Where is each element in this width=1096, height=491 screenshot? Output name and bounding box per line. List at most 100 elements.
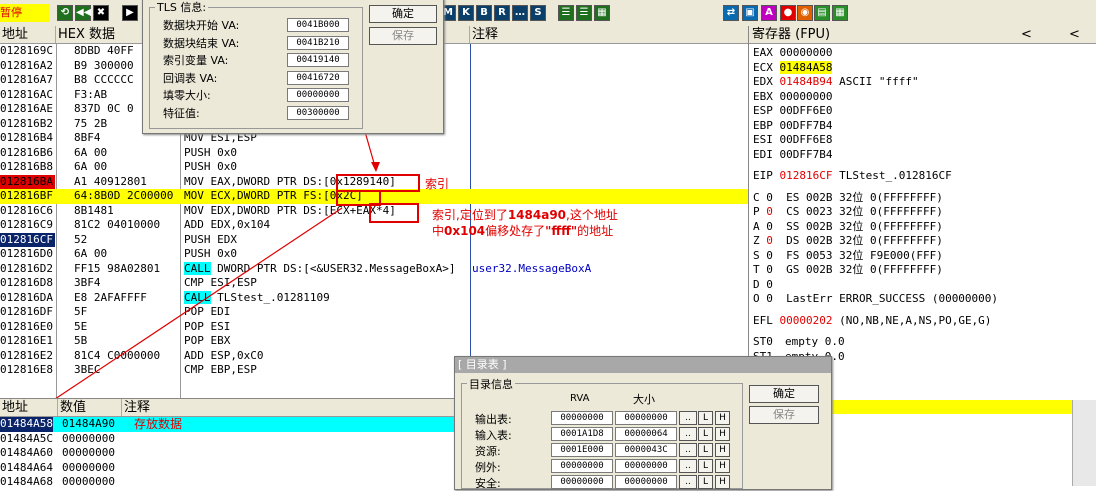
dir-row-browse-button[interactable]: .. bbox=[679, 443, 697, 457]
flag-row[interactable]: T 0 GS 002B 32位 0(FFFFFFFF) bbox=[753, 263, 1093, 278]
r-button[interactable]: R bbox=[494, 5, 510, 21]
dump-col-val[interactable]: 数值 bbox=[58, 399, 122, 416]
register-row[interactable]: ESP 00DFF6E0 bbox=[753, 104, 1093, 119]
eip-row[interactable]: EIP 012816CF TLStest_.012816CF bbox=[753, 169, 1093, 184]
dump-row[interactable]: 01484A60 00000000 bbox=[0, 446, 460, 461]
dots-button[interactable]: … bbox=[512, 5, 528, 21]
dir-row-rva[interactable]: 00000000 bbox=[551, 459, 613, 473]
dump-row[interactable]: 01484A64 00000000 bbox=[0, 461, 460, 476]
flag-row[interactable]: A 0 SS 002B 32位 0(FFFFFFFF) bbox=[753, 220, 1093, 235]
disasm-row[interactable]: 012816B6 6A 00 PUSH 0x0 bbox=[0, 146, 748, 161]
flag-row[interactable]: Z 0 DS 002B 32位 0(FFFFFFFF) bbox=[753, 234, 1093, 249]
tls-field-value[interactable]: 00416720 bbox=[287, 70, 349, 85]
flag-value[interactable]: 0 bbox=[766, 292, 773, 305]
flag-row[interactable]: D 0 bbox=[753, 278, 1093, 293]
register-value[interactable]: 00000000 bbox=[780, 90, 833, 103]
disasm-row[interactable]: 012816B8 6A 00 PUSH 0x0 bbox=[0, 160, 748, 175]
flag-value[interactable]: 0 bbox=[766, 278, 773, 291]
dump-col-comment[interactable]: 注释 bbox=[122, 399, 460, 416]
dir-row-size[interactable]: 00000000 bbox=[615, 475, 677, 489]
register-row[interactable]: ESI 00DFF6E8 bbox=[753, 133, 1093, 148]
disasm-row[interactable]: 012816DF 5F POP EDI bbox=[0, 305, 748, 320]
dir-row-rva[interactable]: 0001E000 bbox=[551, 443, 613, 457]
flag-value[interactable]: 0 bbox=[766, 249, 773, 262]
dir-row-l-button[interactable]: L bbox=[698, 443, 713, 457]
plugin6-icon[interactable]: ▤ bbox=[814, 5, 830, 21]
fpu-row[interactable]: ST0 empty 0.0 bbox=[753, 335, 1093, 350]
tls-field-value[interactable]: 00419140 bbox=[287, 53, 349, 67]
flag-value[interactable]: 0 bbox=[766, 234, 773, 247]
tls-save-button[interactable]: 保存 bbox=[369, 27, 437, 45]
disasm-row[interactable]: 012816DA E8 2AFAFFFF CALL TLStest_.0128110… bbox=[0, 290, 748, 306]
register-row[interactable]: EBP 00DFF7B4 bbox=[753, 119, 1093, 134]
flag-value[interactable]: 0 bbox=[766, 263, 773, 276]
dir-row-rva[interactable]: 0001A1D8 bbox=[551, 427, 613, 441]
dir-save-button[interactable]: 保存 bbox=[749, 406, 819, 424]
flag-row[interactable]: S 0 FS 0053 32位 F9E000(FFF) bbox=[753, 249, 1093, 264]
tls-field-value[interactable]: 0041B000 bbox=[287, 18, 349, 32]
dir-row-h-button[interactable]: H bbox=[715, 475, 730, 489]
tls-field-value[interactable]: 0041B210 bbox=[287, 35, 349, 50]
dir-row-size[interactable]: 00000000 bbox=[615, 459, 677, 473]
tls-field-value[interactable]: 00300000 bbox=[287, 105, 349, 120]
dir-row-l-button[interactable]: L bbox=[698, 427, 713, 441]
flag-row[interactable]: P 0 CS 0023 32位 0(FFFFFFFF) bbox=[753, 205, 1093, 220]
flag-value[interactable]: 0 bbox=[766, 220, 773, 233]
close-icon[interactable]: ✖ bbox=[93, 5, 109, 21]
col-addr[interactable]: 地址 bbox=[0, 26, 56, 43]
register-value[interactable]: 00DFF6E8 bbox=[780, 133, 833, 146]
dir-row-h-button[interactable]: H bbox=[715, 459, 730, 473]
dir-row-rva[interactable]: 00000000 bbox=[551, 411, 613, 425]
reg-next-icon[interactable]: < bbox=[1069, 26, 1080, 43]
dir-row-h-button[interactable]: H bbox=[715, 443, 730, 457]
dir-row-l-button[interactable]: L bbox=[698, 411, 713, 425]
dir-row-rva[interactable]: 00000000 bbox=[551, 475, 613, 489]
dir-row-l-button[interactable]: L bbox=[698, 475, 713, 489]
col-comment[interactable]: 注释 bbox=[470, 26, 748, 43]
plugin5-icon[interactable]: ◉ bbox=[797, 5, 813, 21]
dir-row-h-button[interactable]: H bbox=[715, 411, 730, 425]
register-value[interactable]: 00DFF7B4 bbox=[780, 119, 833, 132]
plugin2-icon[interactable]: ▣ bbox=[742, 5, 758, 21]
efl-value[interactable]: 00000202 bbox=[780, 314, 833, 327]
dump-row[interactable]: 01484A5C 00000000 bbox=[0, 432, 460, 447]
dir-row-l-button[interactable]: L bbox=[698, 459, 713, 473]
dir-ok-button[interactable]: 确定 bbox=[749, 385, 819, 403]
dir-row-size[interactable]: 00000064 bbox=[615, 427, 677, 441]
plugin3-icon[interactable]: A bbox=[761, 5, 777, 21]
dir-row-h-button[interactable]: H bbox=[715, 427, 730, 441]
register-value[interactable]: 00DFF6E0 bbox=[780, 104, 833, 117]
disasm-row[interactable]: 012816D0 6A 00 PUSH 0x0 bbox=[0, 247, 748, 262]
efl-row[interactable]: EFL 00000202 (NO,NB,NE,A,NS,PO,GE,G) bbox=[753, 314, 1093, 329]
register-value[interactable]: 01484B94 bbox=[780, 75, 833, 88]
dir-row-browse-button[interactable]: .. bbox=[679, 459, 697, 473]
k-button[interactable]: K bbox=[458, 5, 474, 21]
s-button[interactable]: S bbox=[530, 5, 546, 21]
plugin7-icon[interactable]: ▦ bbox=[832, 5, 848, 21]
dir-row-browse-button[interactable]: .. bbox=[679, 411, 697, 425]
scroll-strip[interactable] bbox=[1072, 400, 1096, 486]
register-row[interactable]: EAX 00000000 bbox=[753, 46, 1093, 61]
dir-row-size[interactable]: 0000043C bbox=[615, 443, 677, 457]
register-row[interactable]: EDI 00DFF7B4 bbox=[753, 148, 1093, 163]
dump-row[interactable]: 01484A68 00000000 bbox=[0, 475, 460, 490]
reg-prev-icon[interactable]: < bbox=[1021, 26, 1032, 43]
list-icon[interactable]: ☰ bbox=[558, 5, 574, 21]
b-button[interactable]: B bbox=[476, 5, 492, 21]
tls-ok-button[interactable]: 确定 bbox=[369, 5, 437, 23]
grid-icon[interactable]: ▦ bbox=[594, 5, 610, 21]
list2-icon[interactable]: ☰ bbox=[576, 5, 592, 21]
register-row[interactable]: ECX 01484A58 bbox=[753, 60, 1093, 76]
tls-field-value[interactable]: 00000000 bbox=[287, 88, 349, 102]
plugin1-icon[interactable]: ⇄ bbox=[723, 5, 739, 21]
disasm-row[interactable]: 012816D2 FF15 98A02801 CALL DWORD PTR DS:[… bbox=[0, 261, 748, 277]
dir-row-size[interactable]: 00000000 bbox=[615, 411, 677, 425]
rewind-icon[interactable]: ◀◀ bbox=[75, 5, 91, 21]
dir-row-browse-button[interactable]: .. bbox=[679, 427, 697, 441]
flag-row[interactable]: O 0 LastErr ERROR_SUCCESS (00000000) bbox=[753, 292, 1093, 307]
register-value[interactable]: 00000000 bbox=[780, 46, 833, 59]
disasm-row[interactable]: 012816E0 5E POP ESI bbox=[0, 320, 748, 335]
dump-row[interactable]: 01484A58 01484A90 存放数据 bbox=[0, 417, 460, 432]
register-row[interactable]: EDX 01484B94 ASCII "ffff" bbox=[753, 75, 1093, 90]
flag-value[interactable]: 0 bbox=[766, 205, 773, 218]
